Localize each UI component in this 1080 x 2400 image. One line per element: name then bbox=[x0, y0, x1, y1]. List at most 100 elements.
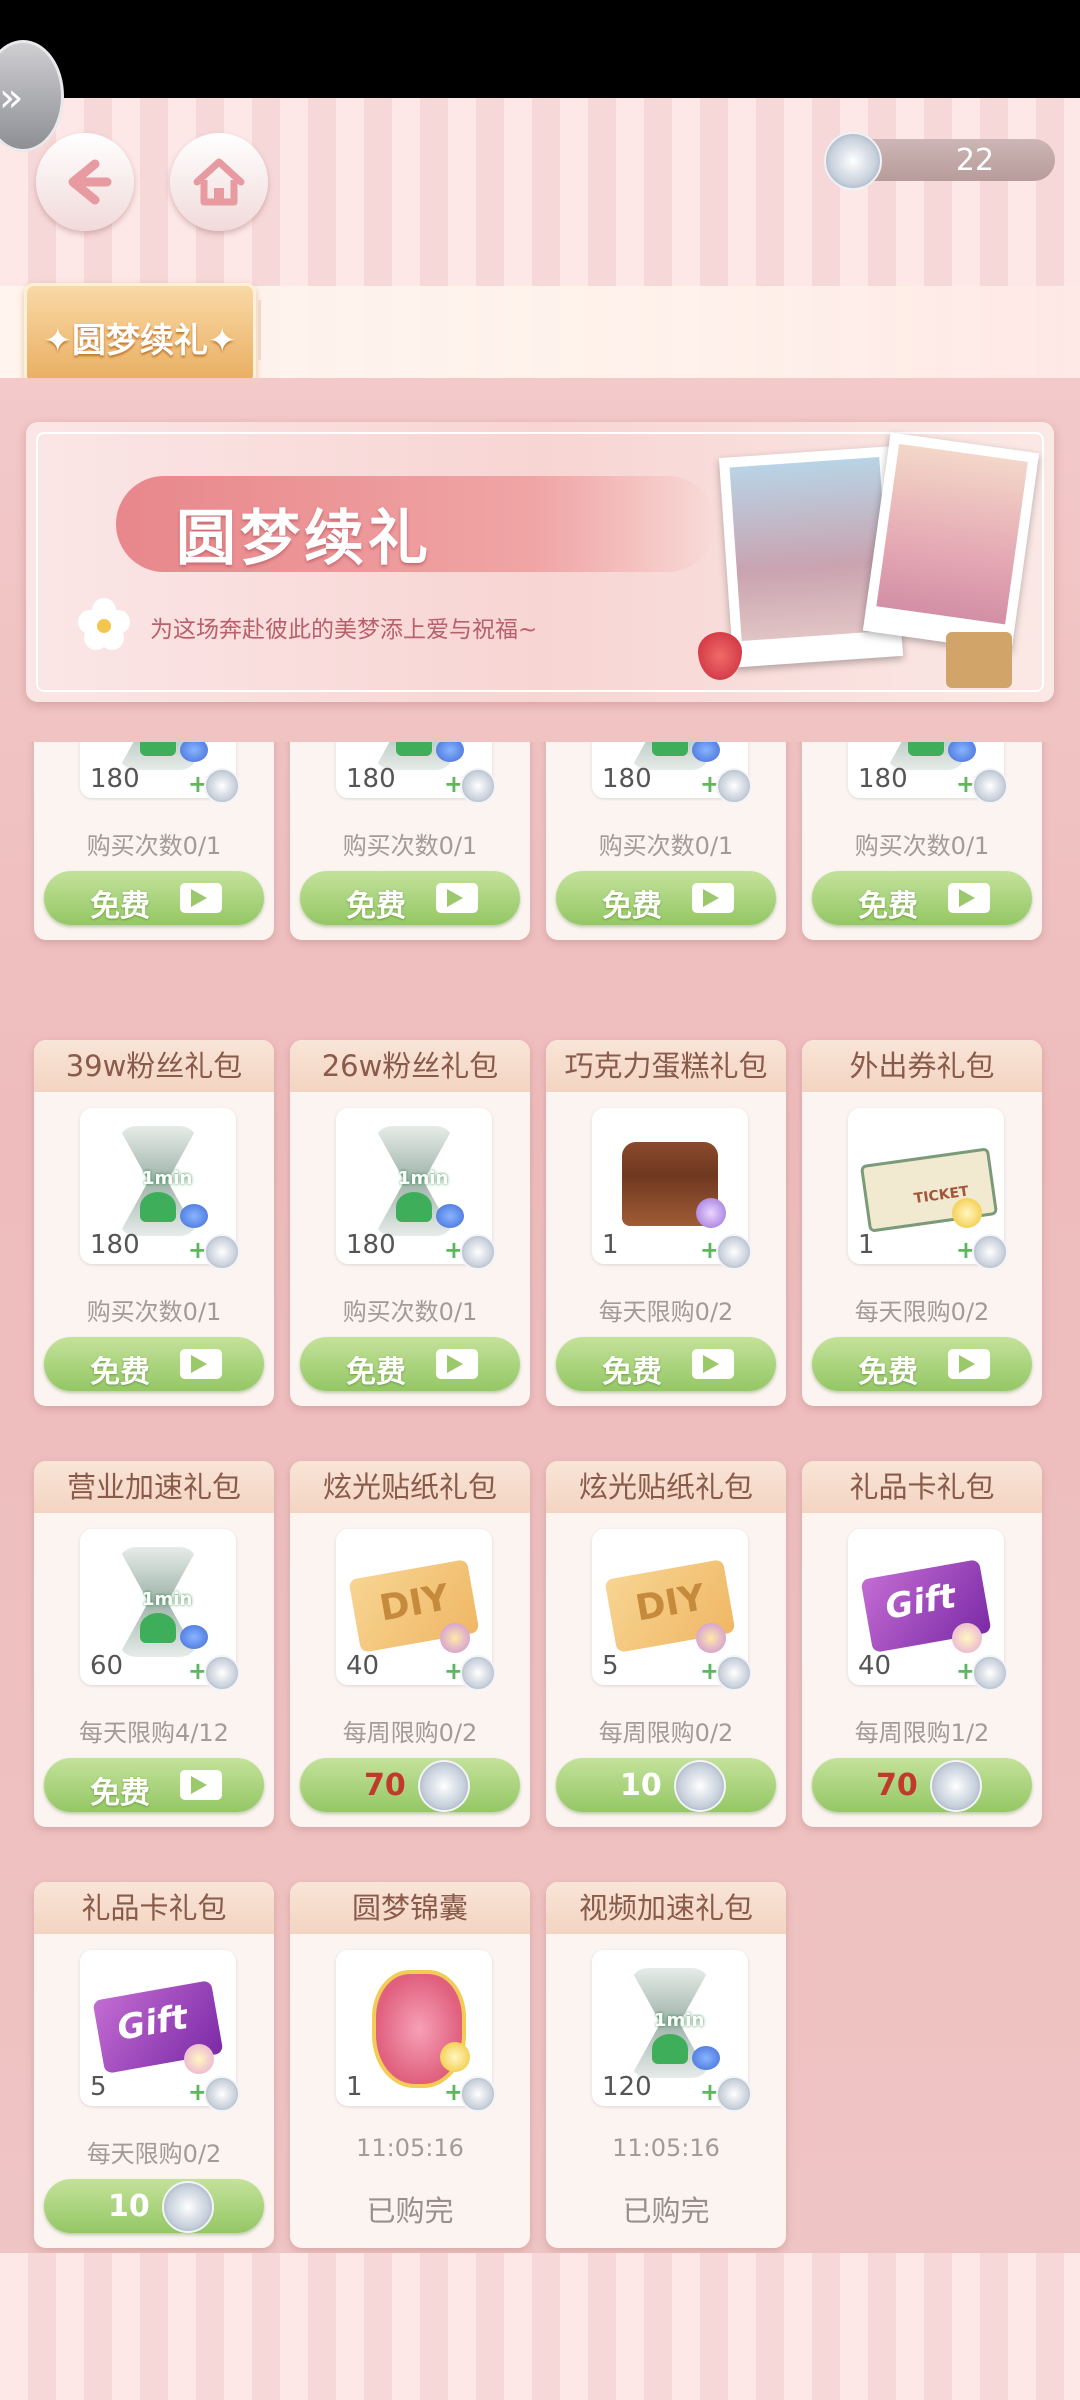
home-icon bbox=[193, 158, 245, 206]
silver-coin-icon bbox=[824, 132, 882, 190]
item-slot[interactable]: DIY 40 + bbox=[336, 1529, 496, 1691]
pack-title: 视频加速礼包 bbox=[546, 1882, 786, 1934]
pack-card: 炫光贴纸礼包 DIY 5 + 每周限购0/2 10 bbox=[546, 1461, 786, 1827]
hourglass-sand bbox=[396, 1192, 432, 1222]
silver-coin-icon bbox=[972, 1655, 1008, 1691]
bottom-background bbox=[0, 2253, 1080, 2400]
purchase-limit: 购买次数0/1 bbox=[342, 832, 478, 860]
buy-button[interactable]: 70 bbox=[300, 1758, 520, 1812]
sold-out-label: 已购完 bbox=[622, 2194, 710, 2228]
pack-card: 39w粉丝礼包 1min 180 + 购买次数0/1 免费 bbox=[34, 1040, 274, 1406]
item-slot[interactable]: Gift 5 + bbox=[80, 1950, 240, 2112]
blue-gem-icon bbox=[948, 742, 976, 762]
silver-coin-icon bbox=[716, 768, 752, 804]
hourglass-sand bbox=[140, 742, 176, 756]
item-slot[interactable]: 1 + bbox=[592, 1108, 752, 1270]
blue-gem-icon bbox=[180, 742, 208, 762]
buy-button[interactable]: 70 bbox=[812, 1758, 1032, 1812]
item-slot[interactable]: TICKET 1 + bbox=[848, 1108, 1008, 1270]
button-label: 免费 bbox=[346, 1355, 406, 1390]
button-label: 免费 bbox=[90, 889, 150, 924]
pack-title: 圆梦锦囊 bbox=[290, 1882, 530, 1934]
purchase-limit: 每天限购0/2 bbox=[854, 1298, 990, 1326]
free-video-button[interactable]: 免费 bbox=[556, 871, 776, 925]
item-label: 1min bbox=[654, 2010, 705, 2031]
hourglass-sand bbox=[652, 2034, 688, 2064]
video-icon bbox=[948, 883, 990, 913]
purchase-limit: 购买次数0/1 bbox=[598, 832, 734, 860]
hourglass-sand bbox=[140, 1192, 176, 1222]
back-button[interactable] bbox=[36, 133, 134, 231]
item-label: 1min bbox=[142, 1168, 193, 1189]
silver-coin-icon bbox=[716, 1234, 752, 1270]
silver-coin-icon bbox=[972, 1234, 1008, 1270]
countdown-timer: 11:05:16 bbox=[612, 2134, 720, 2162]
tab-label: ✦圆梦续礼✦ bbox=[43, 321, 237, 361]
free-video-button[interactable]: 免费 bbox=[812, 1337, 1032, 1391]
blue-gem-icon bbox=[692, 742, 720, 762]
item-quantity: 1 bbox=[346, 2072, 363, 2102]
item-slot[interactable]: 1min180+ bbox=[80, 742, 240, 804]
purchase-limit: 每天限购0/2 bbox=[598, 1298, 734, 1326]
home-button[interactable] bbox=[170, 133, 268, 231]
silver-coin-icon bbox=[204, 1234, 240, 1270]
pack-card: 视频加速礼包 1min 120 + 11:05:16 已购完 bbox=[546, 1882, 786, 2248]
price-label: 70 bbox=[364, 1768, 406, 1803]
free-video-button[interactable]: 免费 bbox=[44, 871, 264, 925]
buy-button[interactable]: 10 bbox=[556, 1758, 776, 1812]
item-slot[interactable]: DIY 5 + bbox=[592, 1529, 752, 1691]
item-slot[interactable]: 1min180+ bbox=[592, 742, 752, 804]
button-label: 免费 bbox=[602, 889, 662, 924]
silver-coin-icon bbox=[674, 1760, 726, 1812]
gift-label: Gift bbox=[882, 1576, 959, 1628]
purchase-limit: 每周限购1/2 bbox=[854, 1719, 990, 1747]
diy-label: DIY bbox=[376, 1577, 452, 1630]
item-slot[interactable]: 1min 120 + bbox=[592, 1950, 752, 2112]
purchase-limit: 每周限购0/2 bbox=[342, 1719, 478, 1747]
tab-yuanmeng-xuli[interactable]: ✦圆梦续礼✦ bbox=[24, 283, 256, 385]
diy-label: DIY bbox=[632, 1577, 708, 1630]
item-slot[interactable]: 1min 60 + bbox=[80, 1529, 240, 1691]
button-label: 免费 bbox=[858, 1355, 918, 1390]
silver-coin-icon bbox=[204, 768, 240, 804]
purchase-limit: 购买次数0/1 bbox=[86, 1298, 222, 1326]
item-slot[interactable]: 1min180+ bbox=[848, 742, 1008, 804]
yellow-flower-icon bbox=[440, 2042, 470, 2072]
pack-title: 外出券礼包 bbox=[802, 1040, 1042, 1092]
price-label: 70 bbox=[876, 1768, 918, 1803]
item-slot[interactable]: 1min180+ bbox=[80, 1108, 240, 1270]
free-video-button[interactable]: 免费 bbox=[44, 1337, 264, 1391]
free-video-button[interactable]: 免费 bbox=[44, 1758, 264, 1812]
item-quantity: 180 bbox=[858, 764, 908, 794]
blue-gem-icon bbox=[692, 2046, 720, 2070]
pack-title: 39w粉丝礼包 bbox=[34, 1040, 274, 1092]
silver-coin-icon bbox=[972, 768, 1008, 804]
pack-card: 26w粉丝礼包 1min 180 + 购买次数0/1 免费 bbox=[290, 1040, 530, 1406]
currency-display: 22 bbox=[824, 132, 1055, 190]
yellow-flower-icon bbox=[952, 1623, 982, 1653]
item-slot[interactable]: 1 + bbox=[336, 1950, 496, 2112]
pack-card: 巧克力蛋糕礼包 1 + 每天限购0/2 免费 bbox=[546, 1040, 786, 1406]
purchase-limit: 购买次数0/1 bbox=[86, 832, 222, 860]
yellow-flower-icon bbox=[952, 1198, 982, 1228]
purple-flower-icon bbox=[696, 1623, 726, 1653]
free-video-button[interactable]: 免费 bbox=[556, 1337, 776, 1391]
item-label: 1min bbox=[398, 1168, 449, 1189]
currency-amount: 22 bbox=[955, 143, 995, 178]
buy-button[interactable]: 10 bbox=[44, 2179, 264, 2233]
silver-coin-icon bbox=[460, 1655, 496, 1691]
item-slot[interactable]: Gift 40 + bbox=[848, 1529, 1008, 1691]
button-label: 免费 bbox=[90, 1355, 150, 1390]
pack-card: 1min180+ 购买次数0/1 免费 bbox=[802, 742, 1042, 940]
status-bar bbox=[0, 0, 1080, 98]
free-video-button[interactable]: 免费 bbox=[300, 871, 520, 925]
item-quantity: 180 bbox=[602, 764, 652, 794]
purchase-limit: 购买次数0/1 bbox=[342, 1298, 478, 1326]
purple-flower-icon bbox=[440, 1623, 470, 1653]
item-quantity: 180 bbox=[346, 1230, 396, 1260]
video-icon bbox=[180, 883, 222, 913]
free-video-button[interactable]: 免费 bbox=[812, 871, 1032, 925]
free-video-button[interactable]: 免费 bbox=[300, 1337, 520, 1391]
item-slot[interactable]: 1min180+ bbox=[336, 742, 496, 804]
item-slot[interactable]: 1min180+ bbox=[336, 1108, 496, 1270]
